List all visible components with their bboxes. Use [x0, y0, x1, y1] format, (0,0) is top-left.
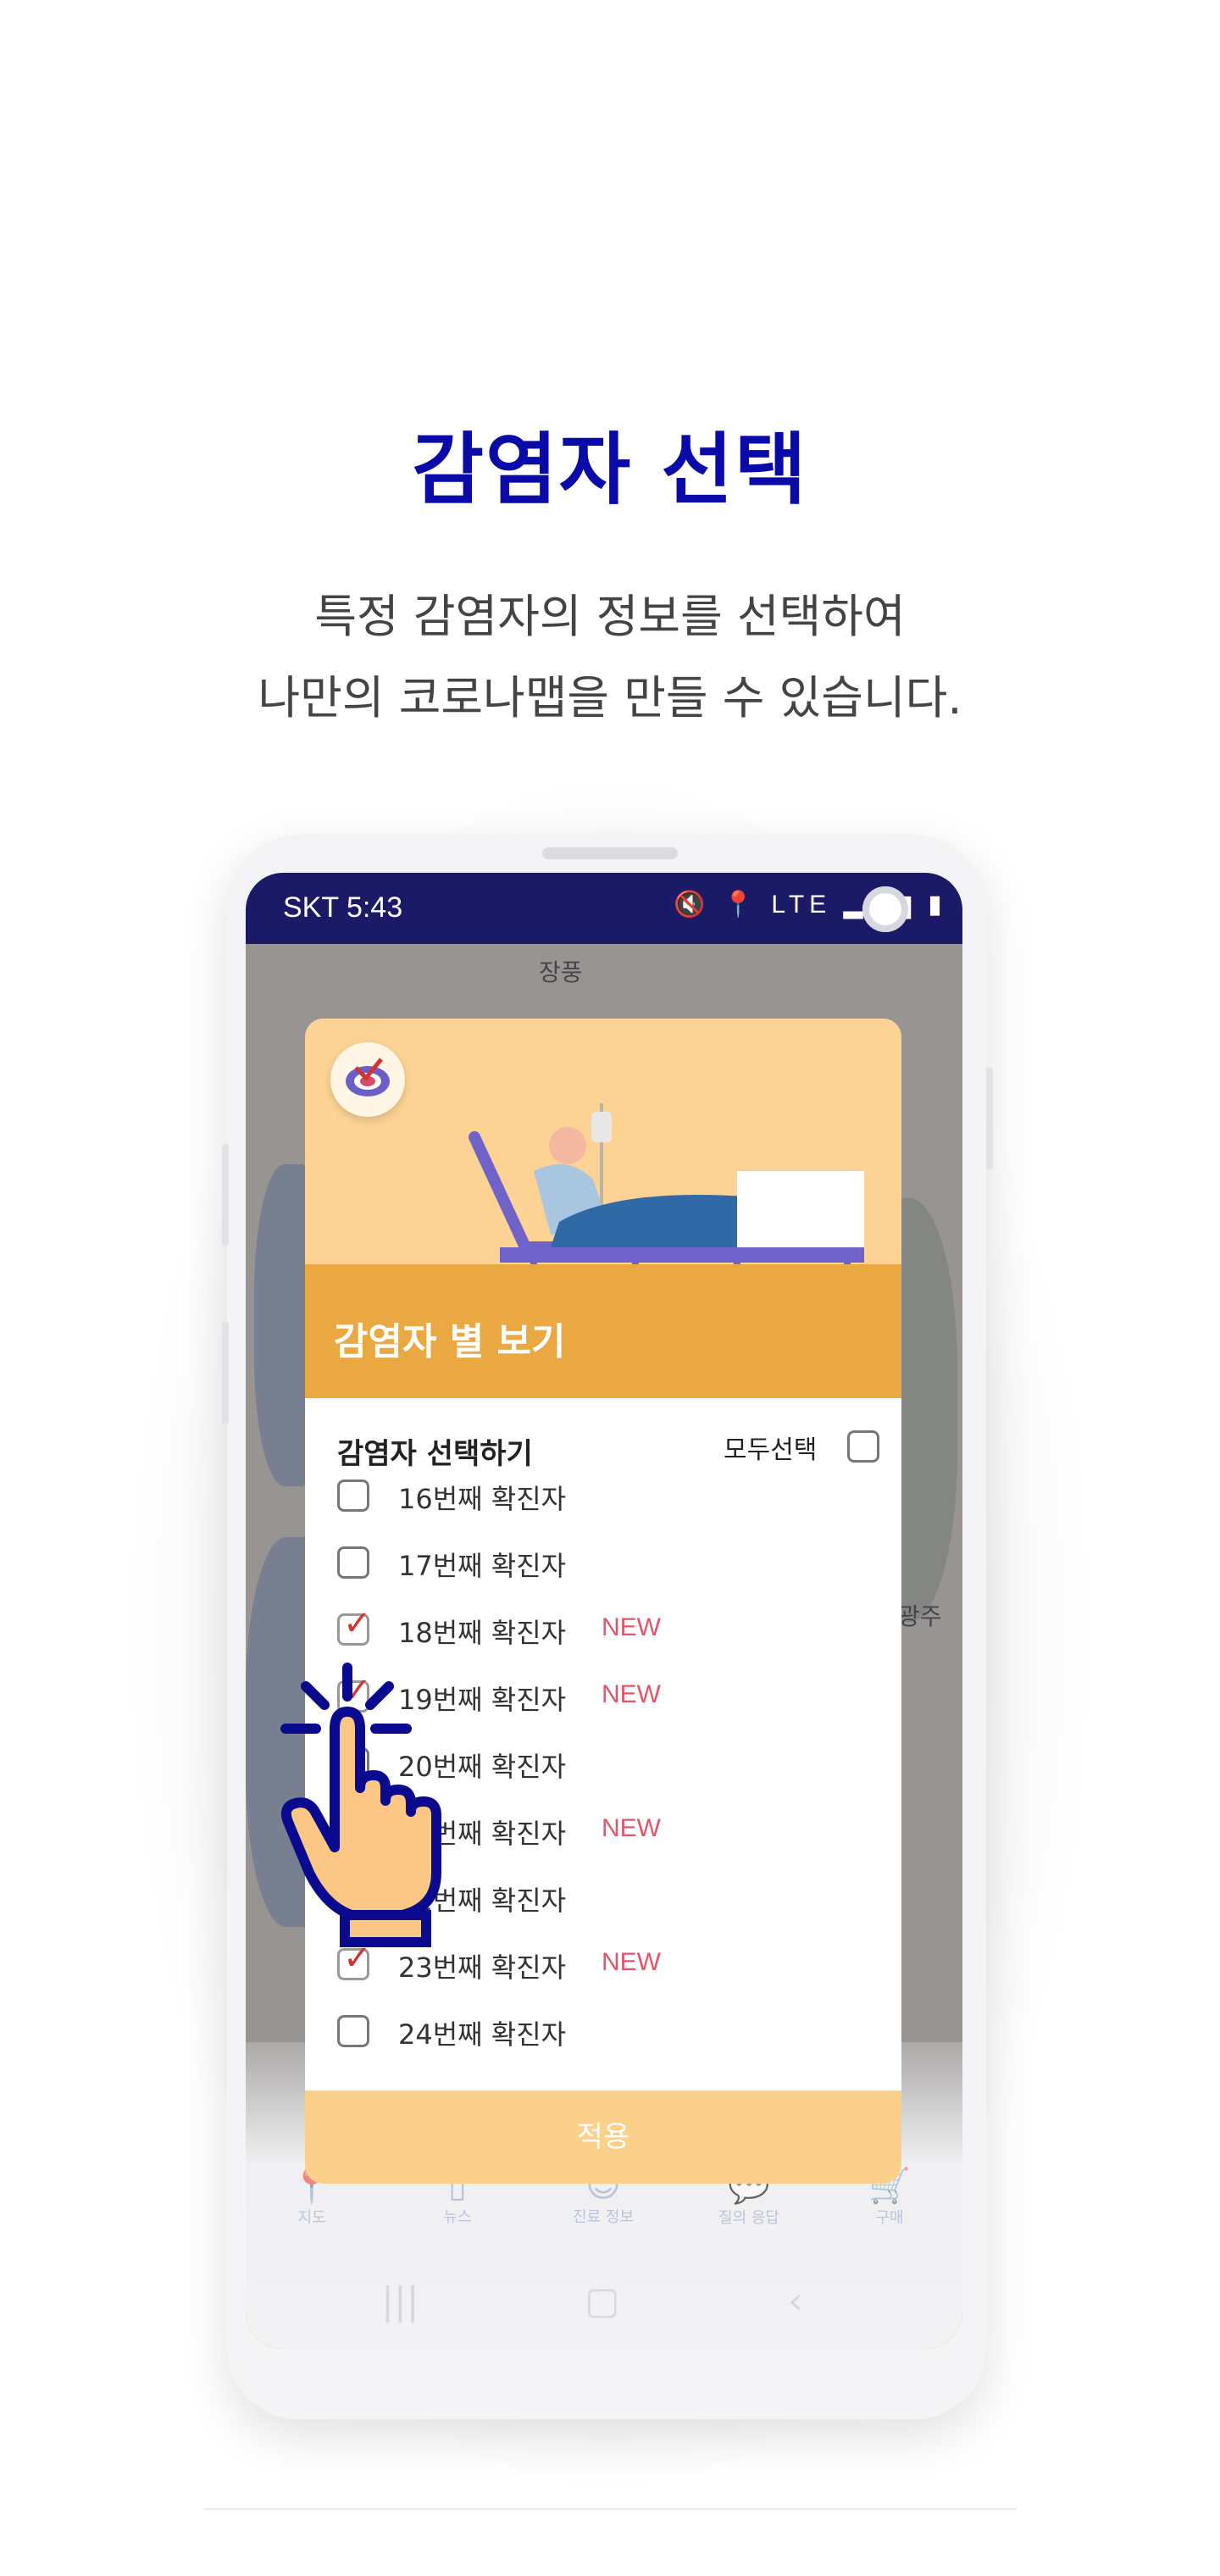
row-checkbox[interactable]: ✓ [337, 1604, 372, 1646]
check-icon: ✓ [343, 1604, 372, 1643]
row-label: 17번째 확진자 [398, 1550, 567, 1582]
phone-speaker [542, 847, 678, 859]
row-label: 23번째 확진자 [398, 1951, 567, 1984]
new-badge: NEW [602, 1613, 661, 1641]
row-checkbox[interactable] [337, 2015, 369, 2047]
page-title: 감염자 선택 [412, 425, 808, 515]
tab-label: 구매 [875, 2209, 904, 2227]
new-badge: NEW [602, 1948, 661, 1976]
subtitle-line-2: 나만의 코로나맵을 만들 수 있습니다. [258, 671, 962, 724]
row-label: 16번째 확진자 [398, 1483, 567, 1515]
row-checkbox[interactable] [337, 1546, 369, 1579]
bixby-button [222, 1322, 229, 1424]
app-logo-icon [330, 1042, 405, 1117]
volume-button [222, 1144, 229, 1246]
recent-apps-icon[interactable]: ||| [381, 2279, 419, 2323]
tab-bar: 📍 지도 ▯ 뉴스 ☺ 진료 정보 💬 질의 응답 🛒 구매 [246, 2166, 962, 2246]
list-item[interactable]: 17번째 확진자 [305, 1535, 901, 1594]
infected-filter-dialog: 감염자 별 보기 감염자 선택하기 모두선택 16번째 확진자 17번째 확진자 ✓… [305, 1019, 901, 2184]
tab-label: 지도 [297, 2209, 326, 2227]
list-item[interactable]: ✓ 18번째 확진자 NEW [305, 1602, 901, 1661]
tab-label: 진료 정보 [573, 2208, 634, 2226]
power-button [986, 1068, 993, 1169]
select-all-label: 모두선택 [724, 1435, 818, 1465]
camera-cutout [862, 886, 908, 932]
tap-hand-icon [280, 1663, 441, 1947]
status-carrier-time: SKT 5:43 [283, 891, 403, 924]
row-label: 18번째 확진자 [398, 1617, 567, 1649]
tab-label: 뉴스 [443, 2208, 472, 2226]
system-nav-bar: ||| ▢ ‹ [246, 2279, 962, 2339]
subtitle-line-1: 특정 감염자의 정보를 선택하여 [314, 590, 906, 643]
row-label: 24번째 확진자 [398, 2018, 567, 2051]
tab-label: 질의 응답 [718, 2209, 779, 2227]
list-item[interactable]: 24번째 확진자 [305, 2003, 901, 2062]
back-icon[interactable]: ‹ [788, 2279, 803, 2323]
dialog-hero [305, 1019, 901, 1357]
list-item[interactable]: 16번째 확진자 [305, 1476, 901, 1527]
page-subtitle: 특정 감염자의 정보를 선택하여 나만의 코로나맵을 만들 수 있습니다. [0, 576, 1220, 739]
section-title: 감염자 선택하기 [337, 1437, 533, 1471]
row-checkbox[interactable]: ✓ [337, 1939, 372, 1980]
apply-button[interactable]: 적용 [305, 2090, 901, 2184]
bottom-divider [203, 2508, 1017, 2510]
status-bar: SKT 5:43 🔇 📍 LTE ▂▄▆ ▮ [246, 873, 962, 944]
row-checkbox[interactable] [337, 1480, 369, 1512]
home-icon[interactable]: ▢ [585, 2279, 620, 2323]
select-all-checkbox[interactable] [847, 1430, 879, 1463]
new-badge: NEW [602, 1814, 661, 1842]
new-badge: NEW [602, 1680, 661, 1708]
dialog-title: 감염자 별 보기 [334, 1320, 566, 1363]
